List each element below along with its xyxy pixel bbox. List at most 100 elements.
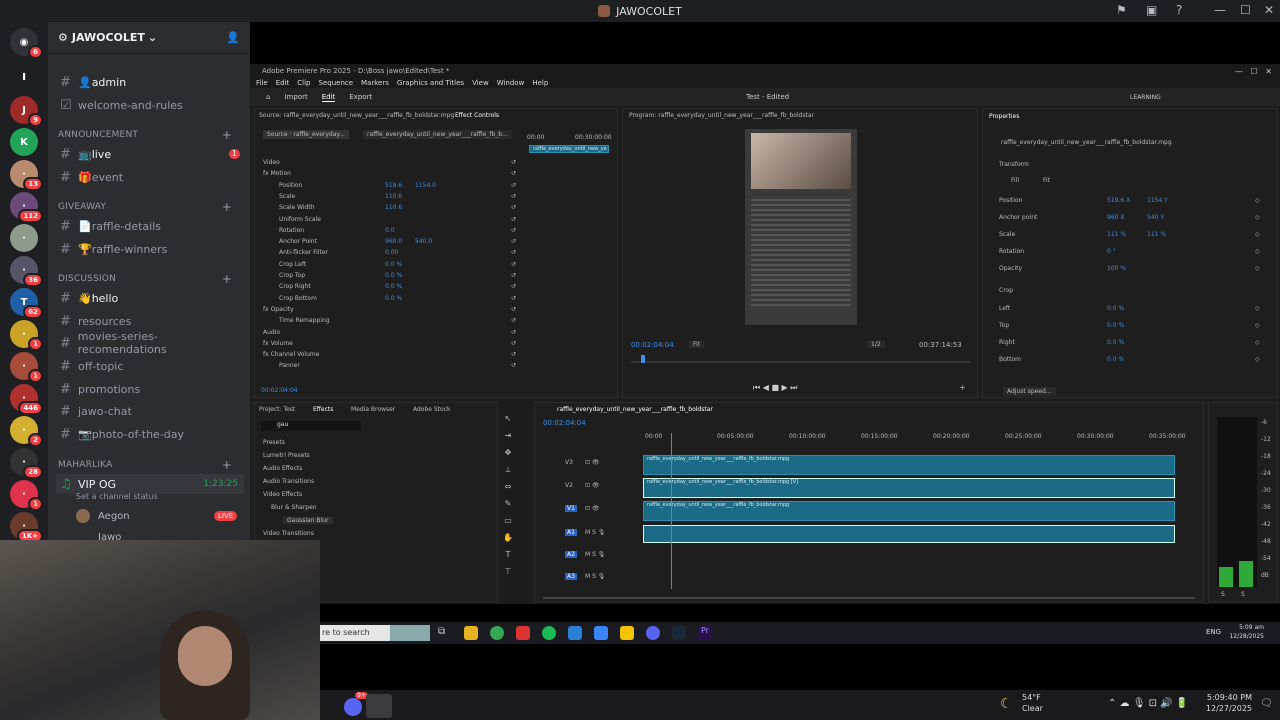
- keyframe-icon[interactable]: ◇: [1255, 339, 1260, 346]
- tool-strip[interactable]: ↖ ⇥ ✥ ⟂ ⇔ ✎ ▭ ✋ T ⊤: [502, 410, 514, 580]
- plus-icon[interactable]: +: [222, 272, 232, 286]
- clip-v3[interactable]: raffle_everyday_until_new_year___raffle_…: [643, 455, 1175, 475]
- channel-promotions[interactable]: # promotions: [56, 379, 244, 399]
- reset-icon[interactable]: ↺: [511, 216, 516, 223]
- keyframe-icon[interactable]: ◇: [1255, 231, 1260, 238]
- add-button-icon[interactable]: +: [959, 383, 966, 392]
- language-indicator[interactable]: ENG: [1206, 628, 1221, 636]
- ec-row-value2[interactable]: 1154.0: [415, 182, 436, 189]
- reset-icon[interactable]: ↺: [511, 351, 516, 358]
- source-label[interactable]: Source: raffle_everyday_until_new_year__…: [259, 112, 454, 119]
- sequence-timecode[interactable]: 00:02:04:04: [543, 419, 586, 427]
- reset-icon[interactable]: ↺: [511, 329, 516, 336]
- tab-media-browser[interactable]: Media Browser: [351, 406, 395, 413]
- ec-row-label[interactable]: Position: [279, 182, 302, 189]
- timeline-scrollbar[interactable]: [543, 597, 1195, 599]
- reset-icon[interactable]: ↺: [511, 295, 516, 302]
- crop-value[interactable]: 0.0 %: [1107, 322, 1124, 329]
- prop-value2[interactable]: 540 Y: [1147, 214, 1164, 221]
- ec-row-value[interactable]: 960.0: [385, 238, 402, 245]
- keyframe-icon[interactable]: ◇: [1255, 322, 1260, 329]
- ec-row-value2[interactable]: 540.0: [415, 238, 432, 245]
- steam-icon[interactable]: [672, 626, 686, 640]
- channel-admin[interactable]: # 👤admin: [56, 72, 244, 92]
- server-icon[interactable]: · 36: [10, 256, 43, 287]
- add-member-icon[interactable]: 👤: [226, 31, 240, 44]
- server-icon[interactable]: ·: [10, 224, 38, 252]
- spotify-icon[interactable]: [542, 626, 556, 640]
- ec-row-label[interactable]: Scale: [279, 193, 295, 200]
- track-toggle-icons[interactable]: ⊡ 👁: [585, 482, 600, 489]
- notes-icon[interactable]: [620, 626, 634, 640]
- tab-effect-controls[interactable]: Effect Controls: [455, 112, 499, 119]
- track-label[interactable]: V1: [565, 505, 577, 512]
- flag-icon[interactable]: ⚑: [1116, 3, 1127, 17]
- inner-clock-date[interactable]: 12/28/2025: [1224, 633, 1264, 640]
- channel-welcome-and-rules[interactable]: ☑ welcome-and-rules: [56, 95, 244, 115]
- tab-adobe-stock[interactable]: Adobe Stock: [413, 406, 451, 413]
- crop-value[interactable]: 0.0 %: [1107, 339, 1124, 346]
- ec-row-label[interactable]: Anti-flicker Filter: [279, 249, 328, 256]
- effects-tree-item[interactable]: Audio Effects: [263, 465, 302, 472]
- reset-icon[interactable]: ↺: [511, 317, 516, 324]
- track-label[interactable]: V2: [565, 482, 573, 489]
- ec-row-label[interactable]: Audio: [263, 329, 280, 336]
- prop-value[interactable]: 960 X: [1107, 214, 1124, 221]
- prop-value2[interactable]: 1154 Y: [1147, 197, 1168, 204]
- discord-icon[interactable]: [646, 626, 660, 640]
- adjust-speed-button[interactable]: Adjust speed...: [1003, 387, 1056, 396]
- ec-row-value[interactable]: 0.0 %: [385, 272, 402, 279]
- ec-row-label[interactable]: Crop Top: [279, 272, 305, 279]
- menu-edit[interactable]: Edit: [276, 79, 290, 87]
- close-icon[interactable]: ✕: [1264, 3, 1274, 17]
- plus-icon[interactable]: +: [222, 128, 232, 142]
- category-discussion[interactable]: DISCUSSION +: [58, 272, 238, 286]
- reset-icon[interactable]: ↺: [511, 193, 516, 200]
- keyframe-icon[interactable]: ◇: [1255, 305, 1260, 312]
- effects-tree-item[interactable]: Lumetri Presets: [263, 452, 310, 459]
- ec-timecode[interactable]: 00:02:04:04: [261, 387, 298, 394]
- channel-jawo-chat[interactable]: # jawo-chat: [56, 401, 244, 421]
- program-scrubber[interactable]: [631, 361, 971, 363]
- reset-icon[interactable]: ↺: [511, 238, 516, 245]
- inbox-icon[interactable]: ▣: [1146, 3, 1157, 17]
- keyframe-icon[interactable]: ◇: [1255, 197, 1260, 204]
- server-icon[interactable]: · 28: [10, 448, 43, 479]
- ec-row-label[interactable]: Anchor Point: [279, 238, 317, 245]
- effects-tree-item[interactable]: Audio Transitions: [263, 478, 314, 485]
- ec-row-label[interactable]: fx Channel Volume: [263, 351, 319, 358]
- reset-icon[interactable]: ↺: [511, 340, 516, 347]
- server-icon[interactable]: T 62: [10, 288, 43, 319]
- channel-raffle-details[interactable]: # 📄raffle-details: [56, 216, 244, 236]
- plus-icon[interactable]: +: [222, 458, 232, 472]
- ec-row-value[interactable]: 0.0 %: [385, 261, 402, 268]
- search-box[interactable]: re to search: [320, 625, 390, 641]
- menu-markers[interactable]: Markers: [361, 79, 389, 87]
- prop-value[interactable]: 519.6 X: [1107, 197, 1130, 204]
- ec-clip-bar[interactable]: raffle_everyday_until_new_ye: [529, 145, 609, 153]
- voice-user-aegon[interactable]: Aegon: [98, 511, 130, 522]
- ec-row-value[interactable]: 110.6: [385, 193, 402, 200]
- app-icon[interactable]: [594, 626, 608, 640]
- learning-tab[interactable]: LEARNING: [1130, 94, 1161, 101]
- category-maharlika[interactable]: MAHARLIKA +: [58, 458, 238, 472]
- source-clip-tab[interactable]: Source · raffle_everyday...: [263, 130, 349, 139]
- ec-row-value[interactable]: 0.0 %: [385, 295, 402, 302]
- effects-tree-item[interactable]: Gaussian Blur: [283, 517, 333, 524]
- sequence-tab[interactable]: raffle_everyday_until_new_year___raffle_…: [557, 406, 713, 413]
- menu-sequence[interactable]: Sequence: [319, 79, 354, 87]
- minimize-icon[interactable]: —: [1214, 3, 1226, 17]
- channel-hello[interactable]: # 👋hello: [56, 288, 244, 308]
- notification-icon[interactable]: 🗨: [1260, 698, 1273, 709]
- channel-event[interactable]: # 🎁event: [56, 167, 244, 187]
- sequence-clip-tab[interactable]: raffle_everyday_until_new_year___raffle_…: [363, 130, 512, 139]
- server-icon[interactable]: J9: [10, 96, 43, 127]
- channel-resources[interactable]: # resources: [56, 311, 244, 331]
- discord-home-icon[interactable]: ◉ 6: [10, 28, 43, 59]
- channel-photo[interactable]: # 📷photo-of-the-day: [56, 424, 244, 444]
- server-icon[interactable]: · 2: [10, 416, 43, 447]
- task-view-icon[interactable]: ⧉: [438, 626, 452, 640]
- crop-value[interactable]: 0.0 %: [1107, 305, 1124, 312]
- keyframe-icon[interactable]: ◇: [1255, 356, 1260, 363]
- ec-row-value[interactable]: 110.6: [385, 204, 402, 211]
